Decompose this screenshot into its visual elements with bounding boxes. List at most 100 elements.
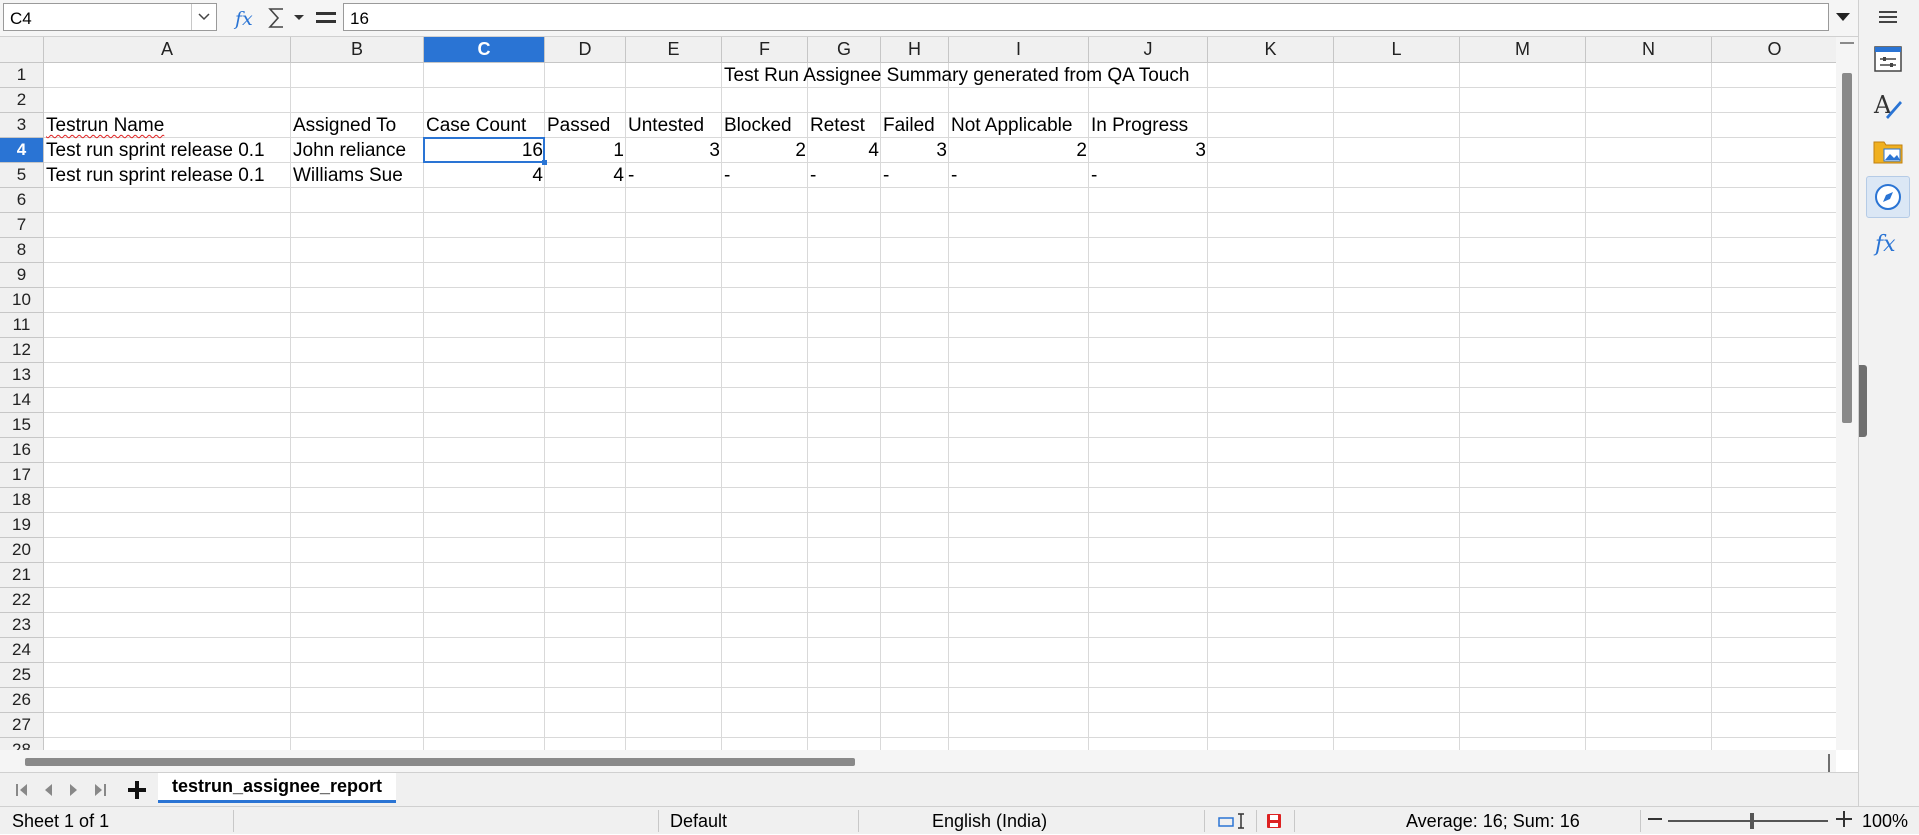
column-header-n[interactable]: N (1586, 37, 1712, 63)
column-header-f[interactable]: F (722, 37, 808, 63)
data-cell-a5[interactable]: Test run sprint release 0.1 (44, 163, 291, 188)
zoom-slider-handle[interactable] (1750, 813, 1754, 829)
add-sheet-icon[interactable] (124, 777, 150, 803)
first-sheet-icon[interactable] (10, 779, 34, 801)
sum-icon[interactable] (265, 4, 289, 32)
data-cell-g4[interactable]: 4 (808, 138, 881, 163)
styles-icon[interactable]: A (1866, 84, 1910, 126)
data-cell-b5[interactable]: Williams Sue (291, 163, 424, 188)
row-header-3[interactable]: 3 (0, 113, 44, 138)
selection-mode-icon[interactable] (1218, 812, 1248, 835)
row-header-6[interactable]: 6 (0, 188, 44, 213)
row-header-10[interactable]: 10 (0, 288, 44, 313)
header-cell-h[interactable]: Failed (881, 113, 949, 138)
row-header-9[interactable]: 9 (0, 263, 44, 288)
data-cell-d4[interactable]: 1 (545, 138, 626, 163)
data-cell-b4[interactable]: John reliance (291, 138, 424, 163)
row-header-26[interactable]: 26 (0, 688, 44, 713)
header-cell-g[interactable]: Retest (808, 113, 881, 138)
row-header-1[interactable]: 1 (0, 63, 44, 88)
column-header-d[interactable]: D (545, 37, 626, 63)
name-box[interactable]: C4 (3, 3, 217, 31)
row-header-17[interactable]: 17 (0, 463, 44, 488)
header-cell-d[interactable]: Passed (545, 113, 626, 138)
document-modified-icon[interactable] (1265, 812, 1283, 835)
row-header-19[interactable]: 19 (0, 513, 44, 538)
header-cell-f[interactable]: Blocked (722, 113, 808, 138)
select-all-corner[interactable] (0, 37, 44, 63)
data-cell-g5[interactable]: - (808, 163, 881, 188)
data-cell-c5[interactable]: 4 (424, 163, 545, 188)
scroll-split-handle[interactable] (1840, 42, 1854, 44)
row-header-8[interactable]: 8 (0, 238, 44, 263)
data-cell-e4[interactable]: 3 (626, 138, 722, 163)
row-header-28[interactable]: 28 (0, 738, 44, 750)
spreadsheet-grid[interactable]: ABCDEFGHIJKLMNO 1 2 3 4 5 6 7 8 9 10 11 12 13 14 15 16 1… (0, 37, 1836, 750)
column-header-c[interactable]: C (424, 37, 545, 63)
header-cell-j[interactable]: In Progress (1089, 113, 1208, 138)
chevron-down-icon[interactable] (191, 4, 216, 30)
row-header-7[interactable]: 7 (0, 213, 44, 238)
horizontal-scrollbar[interactable] (0, 750, 1836, 772)
row-header-24[interactable]: 24 (0, 638, 44, 663)
row-header-21[interactable]: 21 (0, 563, 44, 588)
data-cell-d5[interactable]: 4 (545, 163, 626, 188)
column-header-k[interactable]: K (1208, 37, 1334, 63)
data-cell-j5[interactable]: - (1089, 163, 1208, 188)
function-wizard-icon[interactable]: fx (232, 4, 260, 32)
row-header-12[interactable]: 12 (0, 338, 44, 363)
row-header-14[interactable]: 14 (0, 388, 44, 413)
expand-formula-bar-icon[interactable] (1832, 6, 1854, 28)
column-header-m[interactable]: M (1460, 37, 1586, 63)
column-header-e[interactable]: E (626, 37, 722, 63)
data-cell-i4[interactable]: 2 (949, 138, 1089, 163)
row-header-11[interactable]: 11 (0, 313, 44, 338)
formula-input[interactable]: 16 (343, 3, 1829, 31)
zoom-in-icon[interactable] (1836, 809, 1852, 834)
properties-icon[interactable] (1866, 38, 1910, 80)
data-cell-h5[interactable]: - (881, 163, 949, 188)
header-cell-a[interactable]: Testrun Name (44, 113, 291, 138)
column-header-g[interactable]: G (808, 37, 881, 63)
sheet-tab-active[interactable]: testrun_assignee_report (158, 773, 396, 803)
sidebar-menu-icon[interactable] (1866, 2, 1910, 32)
row-header-15[interactable]: 15 (0, 413, 44, 438)
row-header-23[interactable]: 23 (0, 613, 44, 638)
zoom-slider[interactable] (1668, 820, 1828, 822)
column-header-j[interactable]: J (1089, 37, 1208, 63)
row-header-16[interactable]: 16 (0, 438, 44, 463)
previous-sheet-icon[interactable] (36, 779, 60, 801)
data-cell-h4[interactable]: 3 (881, 138, 949, 163)
data-cell-j4[interactable]: 3 (1089, 138, 1208, 163)
column-header-a[interactable]: A (44, 37, 291, 63)
column-header-i[interactable]: I (949, 37, 1089, 63)
horizontal-scroll-thumb[interactable] (25, 758, 855, 766)
data-cell-f5[interactable]: - (722, 163, 808, 188)
next-sheet-icon[interactable] (62, 779, 86, 801)
gallery-icon[interactable] (1866, 130, 1910, 172)
scroll-split-handle[interactable] (1828, 754, 1830, 772)
header-cell-e[interactable]: Untested (626, 113, 722, 138)
data-cell-i5[interactable]: - (949, 163, 1089, 188)
column-header-h[interactable]: H (881, 37, 949, 63)
data-cell-a4[interactable]: Test run sprint release 0.1 (44, 138, 291, 163)
row-header-13[interactable]: 13 (0, 363, 44, 388)
row-header-27[interactable]: 27 (0, 713, 44, 738)
formula-equals-icon[interactable] (313, 4, 339, 32)
row-header-25[interactable]: 25 (0, 663, 44, 688)
sum-dropdown-icon[interactable] (291, 4, 307, 32)
column-header-b[interactable]: B (291, 37, 424, 63)
row-header-18[interactable]: 18 (0, 488, 44, 513)
header-cell-c[interactable]: Case Count (424, 113, 545, 138)
data-cell-e5[interactable]: - (626, 163, 722, 188)
last-sheet-icon[interactable] (88, 779, 112, 801)
row-header-22[interactable]: 22 (0, 588, 44, 613)
column-header-o[interactable]: O (1712, 37, 1836, 63)
row-header-20[interactable]: 20 (0, 538, 44, 563)
row-header-2[interactable]: 2 (0, 88, 44, 113)
data-cell-f4[interactable]: 2 (722, 138, 808, 163)
report-title-cell[interactable]: Test Run Assignee Summary generated from… (722, 63, 1342, 88)
row-header-5[interactable]: 5 (0, 163, 44, 188)
vertical-scrollbar[interactable] (1836, 37, 1858, 750)
row-header-4[interactable]: 4 (0, 138, 44, 163)
